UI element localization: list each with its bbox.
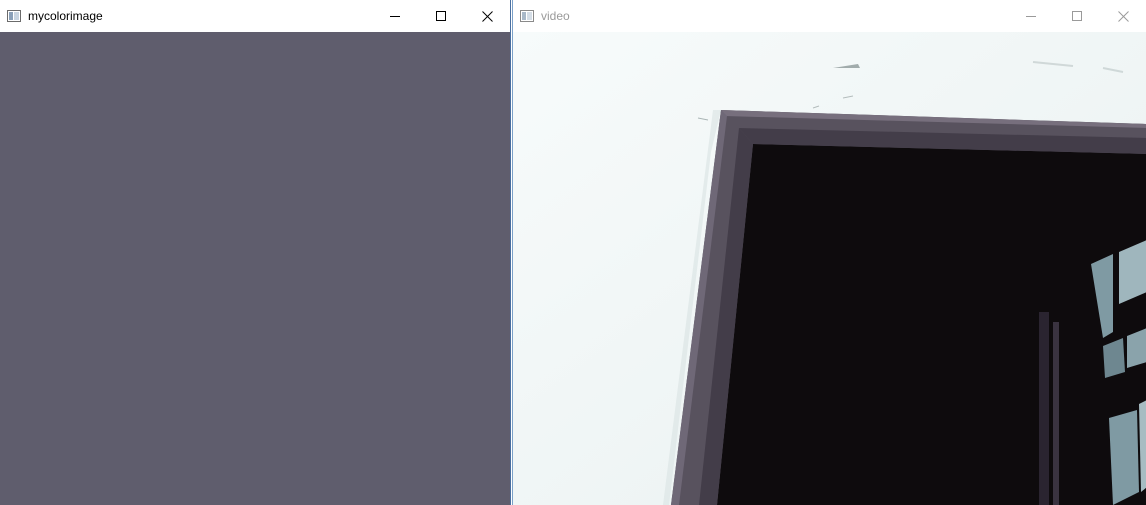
color-image-canvas <box>0 32 510 505</box>
title-bar[interactable]: video <box>513 0 1146 32</box>
window-controls <box>1008 0 1146 32</box>
window-controls <box>372 0 510 32</box>
title-bar[interactable]: mycolorimage <box>0 0 510 32</box>
maximize-button[interactable] <box>1054 0 1100 32</box>
minimize-icon <box>1026 16 1036 17</box>
window-title: mycolorimage <box>28 9 103 23</box>
mycolorimage-window[interactable]: mycolorimage <box>0 0 511 505</box>
desktop: mycolorimage video <box>0 0 1146 505</box>
maximize-icon <box>436 11 446 21</box>
window-app-icon[interactable] <box>6 8 22 24</box>
close-icon <box>1117 10 1129 22</box>
maximize-icon <box>1072 11 1082 21</box>
video-window[interactable]: video <box>512 0 1146 505</box>
minimize-button[interactable] <box>1008 0 1054 32</box>
video-frame <box>513 32 1146 505</box>
window-app-icon[interactable] <box>519 8 535 24</box>
minimize-button[interactable] <box>372 0 418 32</box>
close-button[interactable] <box>464 0 510 32</box>
close-icon <box>481 10 493 22</box>
close-button[interactable] <box>1100 0 1146 32</box>
window-title: video <box>541 9 570 23</box>
minimize-icon <box>390 16 400 17</box>
video-frame-image <box>513 32 1146 505</box>
maximize-button[interactable] <box>418 0 464 32</box>
